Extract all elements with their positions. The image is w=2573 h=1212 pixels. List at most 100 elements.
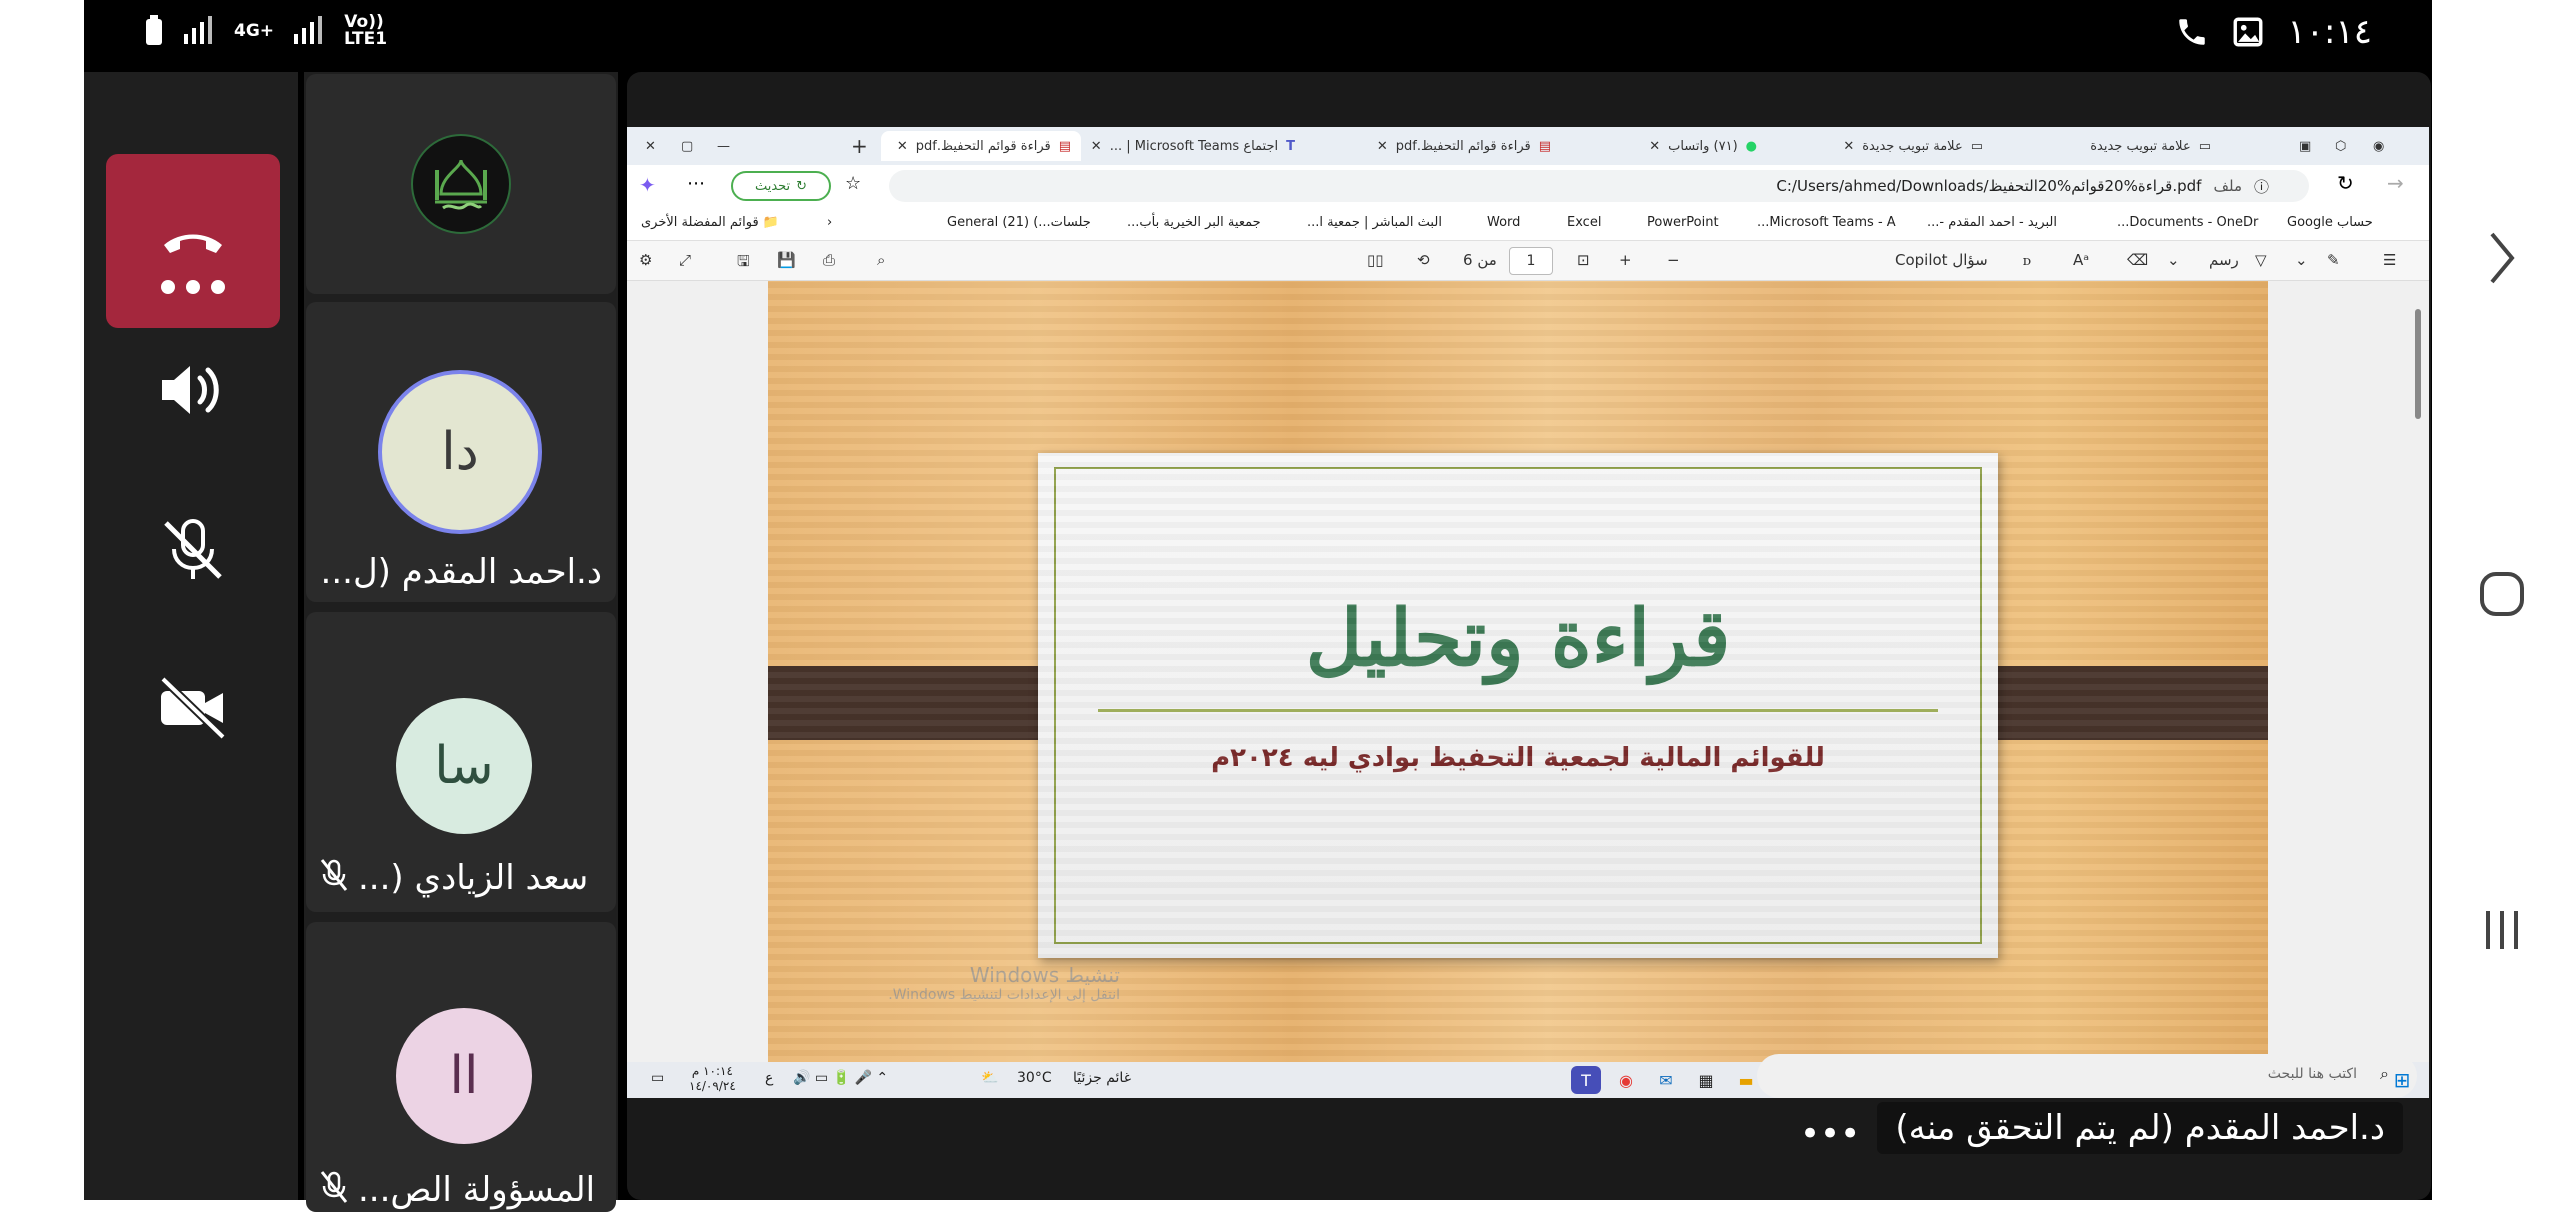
page-of-label: من 6 — [1463, 251, 1497, 269]
home-button[interactable] — [2462, 554, 2542, 634]
tab-actions-icon[interactable]: ▣ — [2289, 131, 2321, 161]
chrome-taskbar-icon[interactable]: ◉ — [1611, 1066, 1641, 1094]
favorite-item[interactable]: البريد - احمد المقدم -... — [1927, 215, 2057, 230]
language-indicator[interactable]: ع — [765, 1070, 773, 1086]
profile-avatar[interactable]: ◉ — [2363, 131, 2394, 161]
update-button[interactable]: تحديث ↻ — [731, 171, 831, 201]
notification-icon[interactable]: ▭ — [651, 1070, 664, 1086]
favorite-item[interactable]: Excel — [1567, 215, 1601, 230]
participant-tile-logo[interactable] — [306, 74, 616, 294]
address-input[interactable]: C:/Users/ahmed/Downloads/قراءة%20قوائم%2… — [889, 170, 2309, 202]
favorite-item[interactable]: جمعية البر الخيرية بأب... — [1127, 215, 1261, 230]
copilot-ask-button[interactable]: سؤال Copilot — [1895, 251, 1988, 269]
fullscreen-icon[interactable]: ⤢ — [679, 251, 691, 269]
tab-new[interactable]: ▭ علامة تبويب جديدة ✕ — [1793, 131, 1993, 161]
favorite-item[interactable]: البث المباشر | جمعية ا... — [1307, 215, 1442, 230]
favorite-item[interactable]: PowerPoint — [1647, 215, 1719, 230]
page-number-input[interactable]: 1 — [1509, 247, 1553, 275]
more-options-button[interactable] — [106, 227, 280, 347]
new-tab-button[interactable]: + — [841, 131, 878, 161]
page-view-icon[interactable]: ▯▯ — [1367, 251, 1384, 269]
participant-avatar: اا — [396, 1008, 532, 1144]
tab-new[interactable]: ▭ علامة تبويب جديدة — [2021, 131, 2221, 161]
mic-toggle-button[interactable] — [106, 490, 280, 610]
window-close-button[interactable]: ✕ — [635, 131, 666, 161]
settings-icon[interactable]: ⚙ — [639, 251, 652, 269]
rotate-icon[interactable]: ⟲ — [1417, 251, 1430, 269]
save-as-icon[interactable]: 🖫 — [737, 251, 750, 276]
shared-desktop: ✕ ▢ — + ▤ قراءة قوائم التحفيظ.pdf ✕ T اج… — [627, 127, 2429, 1098]
close-tab-icon[interactable]: ✕ — [1843, 139, 1854, 154]
start-icon[interactable]: ⊞ — [2387, 1066, 2417, 1094]
close-tab-icon[interactable]: ✕ — [1091, 139, 1102, 154]
forward-icon[interactable]: → — [2387, 171, 2404, 195]
speaker-icon — [162, 366, 219, 414]
store-taskbar-icon[interactable]: ▦ — [1691, 1066, 1721, 1094]
chevron-right-icon[interactable] — [2462, 218, 2542, 298]
draw-chevron-icon[interactable]: ⌄ — [2167, 251, 2180, 269]
favorite-item[interactable]: حساب Google — [2287, 215, 2373, 230]
text-icon[interactable]: Aᵃ — [2073, 251, 2089, 269]
pdf-icon: ▤ — [1538, 138, 1551, 154]
slide-page: قراءة وتحليل للقوائم المالية لجمعية التح… — [768, 281, 2268, 1062]
teams-taskbar-icon[interactable]: T — [1571, 1066, 1601, 1094]
save-icon[interactable]: 💾 — [777, 251, 796, 269]
system-tray-icons[interactable]: 🔊 ▭ 🔋 🎤 ⌃ — [793, 1070, 888, 1086]
zoom-in-icon[interactable]: + — [1619, 251, 1632, 269]
favorites-overflow-chevron-icon[interactable]: ‹ — [827, 215, 832, 230]
participant-tile[interactable]: دا د.احمد المقدم (ل... — [306, 302, 616, 602]
mic-off-icon — [320, 859, 348, 891]
tab-teams[interactable]: T اجتماع Microsoft Teams | ... ✕ — [1091, 131, 1305, 161]
call-controls — [84, 72, 298, 1200]
participant-initials: دا — [441, 422, 479, 482]
recents-button[interactable] — [2462, 890, 2542, 970]
highlight-icon[interactable]: ✎ — [2327, 251, 2340, 269]
tab-pdf[interactable]: ▤ قراءة قوائم التحفيظ.pdf ✕ — [1361, 131, 1561, 161]
workspaces-icon[interactable]: ⬡ — [2325, 131, 2356, 161]
tab-whatsapp[interactable]: ● (٧١) واتساب ✕ — [1587, 131, 1767, 161]
new-tab-icon: ▭ — [2198, 138, 2211, 154]
outlook-taskbar-icon[interactable]: ✉ — [1651, 1066, 1681, 1094]
address-prefix: ملف — [2213, 177, 2242, 195]
favorite-item[interactable]: Microsoft Teams - A... — [1757, 215, 1896, 230]
read-aloud-icon[interactable]: ꭰ — [2023, 251, 2031, 269]
search-icon[interactable]: ⌕ — [877, 251, 885, 269]
refresh-icon[interactable]: ↻ — [2337, 171, 2354, 195]
print-icon[interactable]: ⎙ — [823, 251, 835, 269]
zoom-out-icon[interactable]: − — [1667, 251, 1680, 269]
favorite-item[interactable]: جلسات...) General (21) — [947, 215, 1091, 230]
camera-off-icon — [160, 676, 226, 740]
pdf-scrollbar[interactable] — [2413, 297, 2423, 1062]
eraser-icon[interactable]: ⌫ — [2127, 251, 2148, 269]
highlight-chevron-icon[interactable]: ⌄ — [2295, 251, 2308, 269]
favorite-item[interactable]: Word — [1487, 215, 1520, 230]
pdf-scroll-thumb[interactable] — [2415, 309, 2421, 419]
presenter-more-icon[interactable]: ••• — [1800, 1114, 1860, 1154]
slide-ribbon-left — [768, 666, 1068, 740]
copilot-icon[interactable]: ✦ — [639, 173, 656, 197]
draw-button[interactable]: رسم — [2209, 251, 2239, 269]
participant-tile[interactable]: سا سعد الزيادي (... — [306, 612, 616, 912]
window-restore-button[interactable]: ▢ — [671, 131, 703, 161]
camera-toggle-button[interactable] — [106, 648, 280, 768]
taskbar-search[interactable]: اكتب هنا للبحث ⌕ — [1757, 1054, 2417, 1098]
taskbar-clock[interactable]: ١٠:١٤ م ١٤/٠٩/٢٤ — [689, 1064, 736, 1094]
clock-date: ١٤/٠٩/٢٤ — [689, 1079, 736, 1093]
favorite-item[interactable]: Documents - OneDr... — [2117, 215, 2258, 230]
participant-tile[interactable]: اا المسؤولة الص... — [306, 922, 616, 1212]
contents-icon[interactable]: ☰ — [2383, 251, 2396, 269]
speaker-button[interactable] — [106, 330, 280, 450]
close-tab-icon[interactable]: ✕ — [1377, 139, 1388, 154]
fit-page-icon[interactable]: ⊡ — [1577, 251, 1590, 269]
draw-icon[interactable]: ▽ — [2255, 251, 2267, 269]
favorites-star-icon[interactable]: ☆ — [845, 173, 861, 194]
participant-name: د.احمد المقدم (ل... — [320, 552, 602, 592]
more-icon[interactable]: ⋯ — [687, 173, 705, 194]
window-minimize-button[interactable]: — — [707, 131, 740, 161]
participant-name-row: سعد الزيادي (... — [320, 858, 602, 898]
close-tab-icon[interactable]: ✕ — [1649, 139, 1660, 154]
other-favorites[interactable]: 📁 قوائم المفضلة الأخرى — [641, 215, 779, 230]
close-tab-icon[interactable]: ✕ — [897, 139, 908, 154]
slide-subtitle: للقوائم المالية لجمعية التحفيظ بوادي ليه… — [1211, 743, 1825, 773]
tab-pdf-active[interactable]: ▤ قراءة قوائم التحفيظ.pdf ✕ — [881, 131, 1081, 161]
